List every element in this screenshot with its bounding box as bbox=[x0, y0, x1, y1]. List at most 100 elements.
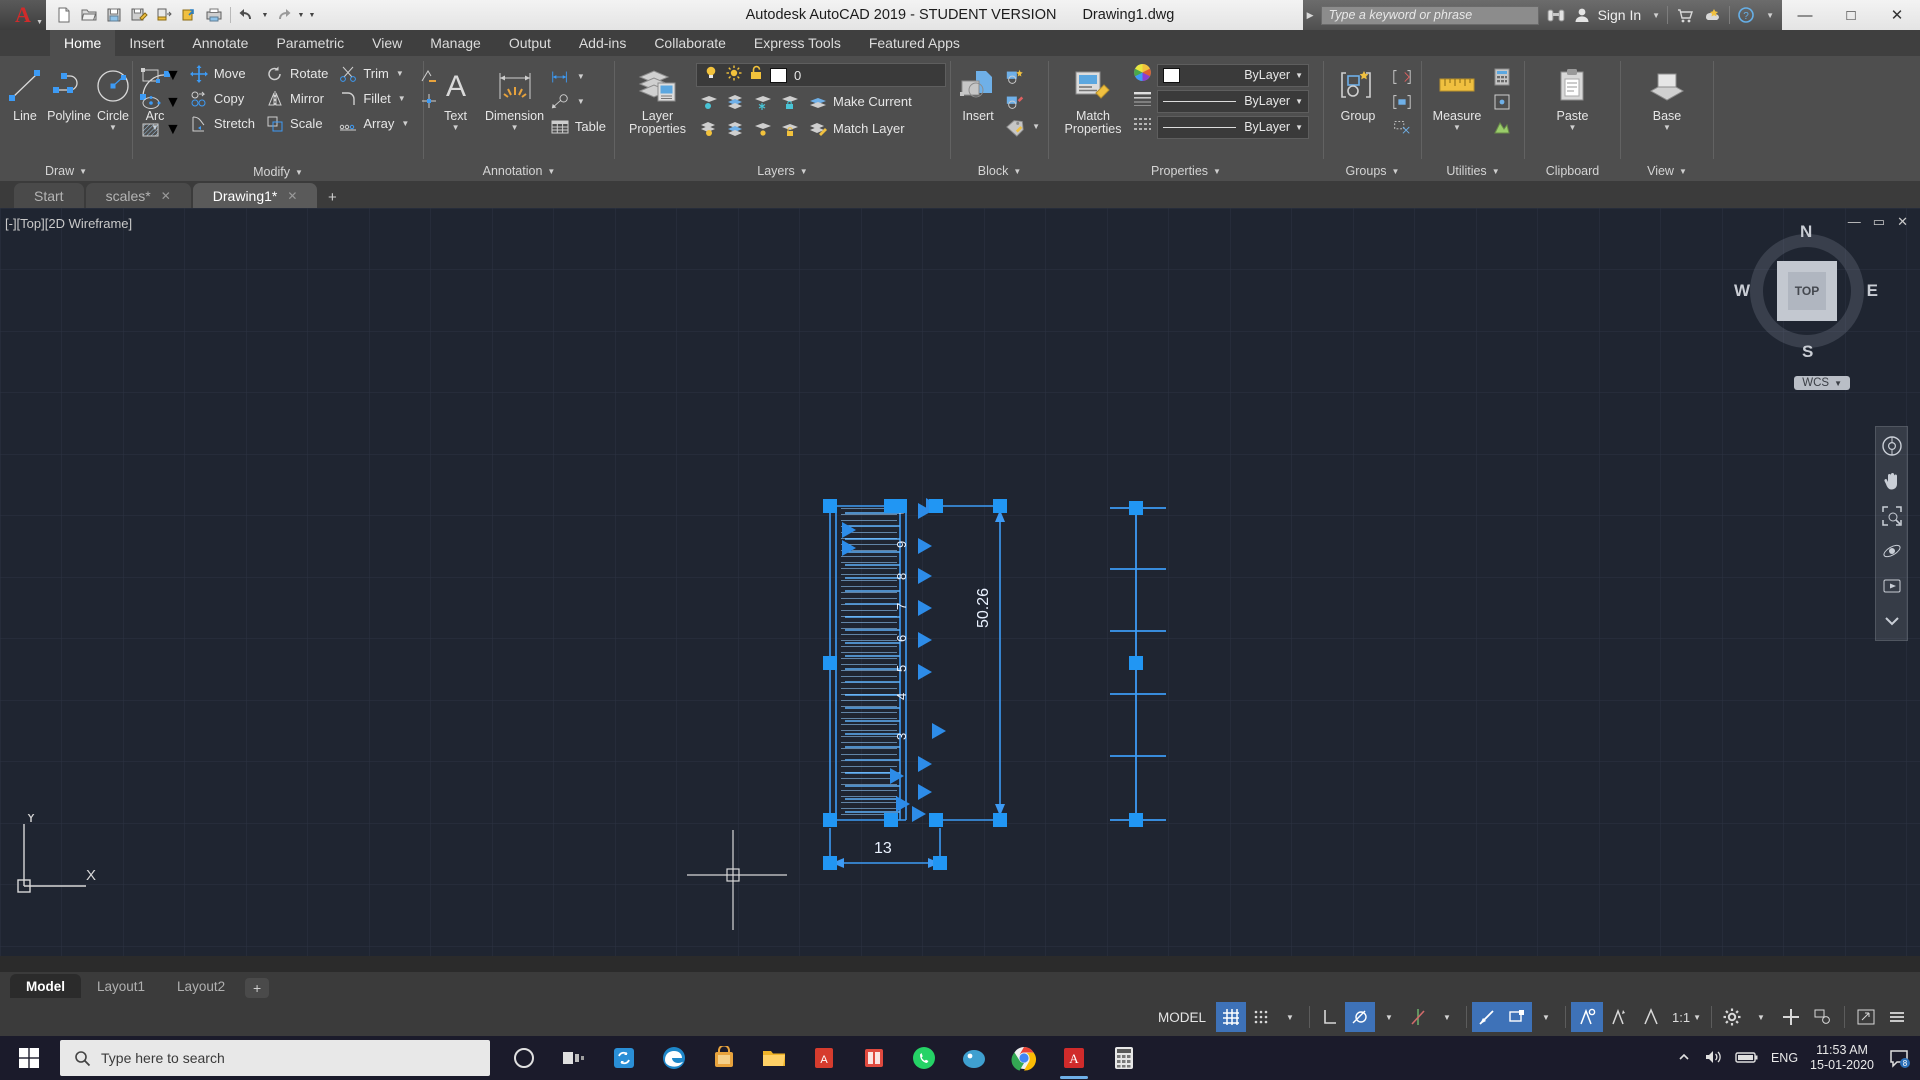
media-player-icon[interactable] bbox=[950, 1036, 998, 1080]
mirror-tool[interactable]: Mirror bbox=[261, 86, 332, 111]
ribbon-tab-annotate[interactable]: Annotate bbox=[178, 30, 262, 56]
measure-dropdown-icon[interactable]: ▼ bbox=[1453, 124, 1461, 132]
battery-icon[interactable] bbox=[1735, 1050, 1759, 1067]
paste-dropdown-icon[interactable]: ▼ bbox=[1569, 124, 1577, 132]
chevron-down-icon[interactable]: ▼ bbox=[165, 121, 181, 139]
customization-menu-button[interactable] bbox=[1882, 1002, 1912, 1032]
view-cube-top-face[interactable]: TOP bbox=[1777, 261, 1837, 321]
leader-flyout[interactable]: ▼ bbox=[546, 89, 610, 114]
modify-flyout-hatch[interactable]: ▼ bbox=[137, 117, 181, 143]
clock[interactable]: 11:53 AM 15-01-2020 bbox=[1810, 1043, 1874, 1073]
color-combo[interactable]: ByLayer ▼ bbox=[1157, 64, 1309, 87]
show-hidden-icons-button[interactable] bbox=[1677, 1050, 1691, 1067]
match-properties-tool[interactable]: MatchProperties bbox=[1053, 61, 1133, 136]
layer-selector[interactable]: 0 bbox=[696, 63, 946, 87]
lineweight-combo[interactable]: ByLayer ▼ bbox=[1157, 116, 1309, 139]
layer-turn-on-button[interactable] bbox=[696, 116, 722, 141]
measure-tool[interactable]: Measure ▼ bbox=[1426, 61, 1488, 132]
base-tool[interactable]: Base ▼ bbox=[1636, 61, 1698, 132]
hardware-acceleration-toggle[interactable] bbox=[1775, 1002, 1807, 1032]
undo-dropdown-icon[interactable]: ▼ bbox=[260, 12, 270, 19]
scale-tool[interactable]: Scale bbox=[261, 111, 332, 136]
panel-title-draw[interactable]: Draw ▼ bbox=[0, 161, 132, 181]
grid-display-toggle[interactable] bbox=[1216, 1002, 1246, 1032]
create-block-button[interactable] bbox=[1001, 64, 1044, 89]
new-file-tab-button[interactable]: + bbox=[319, 186, 345, 208]
notification-center-icon[interactable]: 8 bbox=[1886, 1036, 1912, 1080]
layer-lock-button[interactable] bbox=[777, 89, 803, 114]
chrome-icon[interactable] bbox=[1000, 1036, 1048, 1080]
chevron-right-icon[interactable]: ▶ bbox=[1307, 10, 1314, 21]
new-file-icon[interactable] bbox=[52, 3, 76, 27]
circle-dropdown-icon[interactable]: ▼ bbox=[109, 124, 117, 132]
view-cube[interactable]: N S E W TOP bbox=[1742, 226, 1872, 356]
modify-flyout-rectangle[interactable]: ▼ bbox=[137, 63, 181, 89]
file-tab-scales[interactable]: scales* ✕ bbox=[86, 183, 191, 208]
redo-icon[interactable] bbox=[271, 3, 295, 27]
model-space-button[interactable]: MODEL bbox=[1148, 1002, 1216, 1032]
object-snap-dropdown[interactable]: ▼ bbox=[1532, 1002, 1560, 1032]
file-tab-drawing1[interactable]: Drawing1* ✕ bbox=[193, 183, 318, 208]
color-wheel-icon[interactable] bbox=[1133, 63, 1152, 87]
layer-isolate-button[interactable] bbox=[696, 89, 722, 114]
qat-customize-icon[interactable]: ▼ bbox=[307, 12, 317, 19]
group-tool[interactable]: Group bbox=[1328, 61, 1388, 122]
ucs-selector[interactable]: WCS ▼ bbox=[1794, 376, 1850, 390]
match-layer-button[interactable]: Match Layer bbox=[804, 116, 909, 141]
block-attributes-button[interactable]: ▼ bbox=[1001, 114, 1044, 139]
whatsapp-icon[interactable] bbox=[900, 1036, 948, 1080]
snap-mode-toggle[interactable] bbox=[1246, 1002, 1276, 1032]
infer-constraints-toggle[interactable] bbox=[1315, 1002, 1345, 1032]
fillet-dropdown-icon[interactable]: ▼ bbox=[398, 94, 406, 103]
close-button[interactable]: ✕ bbox=[1874, 0, 1920, 30]
panel-title-groups[interactable]: Groups ▼ bbox=[1324, 161, 1421, 181]
sign-in-button[interactable]: Sign In bbox=[1598, 7, 1642, 23]
zoom-extents-icon[interactable] bbox=[1879, 503, 1905, 529]
array-dropdown-icon[interactable]: ▼ bbox=[401, 119, 409, 128]
layer-unlock-button[interactable] bbox=[777, 116, 803, 141]
layer-unlock-icon[interactable] bbox=[749, 65, 763, 86]
view-cube-west[interactable]: W bbox=[1734, 281, 1750, 301]
close-icon[interactable]: ✕ bbox=[161, 189, 171, 203]
app-manager-icon[interactable] bbox=[1702, 6, 1722, 24]
user-account-icon[interactable] bbox=[1573, 6, 1591, 24]
ungroup-button[interactable] bbox=[1388, 64, 1416, 89]
minimize-button[interactable]: — bbox=[1782, 0, 1828, 30]
point-style-button[interactable] bbox=[1488, 89, 1516, 114]
quick-calc-button[interactable] bbox=[1488, 64, 1516, 89]
ribbon-tab-home[interactable]: Home bbox=[50, 30, 115, 56]
calculator-icon[interactable] bbox=[1100, 1036, 1148, 1080]
ribbon-tab-addins[interactable]: Add-ins bbox=[565, 30, 640, 56]
panel-title-block[interactable]: Block ▼ bbox=[951, 161, 1048, 181]
layer-thaw-all-button[interactable] bbox=[750, 116, 776, 141]
pdf-reader-icon[interactable]: A bbox=[800, 1036, 848, 1080]
pan-hand-icon[interactable] bbox=[1879, 468, 1905, 494]
task-view-icon[interactable] bbox=[550, 1036, 598, 1080]
orbit-icon[interactable] bbox=[1879, 538, 1905, 564]
steering-wheel-icon[interactable] bbox=[1879, 433, 1905, 459]
ribbon-tab-featured-apps[interactable]: Featured Apps bbox=[855, 30, 974, 56]
maximize-button[interactable]: □ bbox=[1828, 0, 1874, 30]
polyline-tool[interactable]: Polyline bbox=[46, 61, 92, 122]
dimension-dropdown-icon[interactable]: ▼ bbox=[511, 124, 519, 132]
workspace-dropdown[interactable]: ▼ bbox=[1747, 1002, 1775, 1032]
ribbon-tab-collaborate[interactable]: Collaborate bbox=[640, 30, 740, 56]
taskbar-search-input[interactable]: Type here to search bbox=[60, 1040, 490, 1076]
ribbon-tab-parametric[interactable]: Parametric bbox=[262, 30, 358, 56]
books-icon[interactable] bbox=[850, 1036, 898, 1080]
line-tool[interactable]: Line bbox=[4, 61, 46, 122]
start-button[interactable] bbox=[0, 1036, 58, 1080]
stretch-tool[interactable]: Stretch bbox=[185, 111, 259, 136]
file-explorer-icon[interactable] bbox=[750, 1036, 798, 1080]
close-icon[interactable]: ✕ bbox=[287, 189, 297, 203]
plot-icon[interactable] bbox=[202, 3, 226, 27]
drawing-canvas[interactable]: [-][Top][2D Wireframe] — ▭ ✕ bbox=[0, 208, 1920, 956]
save-as-icon[interactable] bbox=[127, 3, 151, 27]
polar-tracking-toggle[interactable] bbox=[1472, 1002, 1502, 1032]
binoculars-icon[interactable] bbox=[1546, 6, 1566, 24]
navbar-menu-icon[interactable] bbox=[1879, 608, 1905, 634]
table-tool[interactable]: Table bbox=[546, 114, 610, 139]
export-pdf-icon[interactable] bbox=[152, 3, 176, 27]
array-tool[interactable]: Array ▼ bbox=[334, 111, 413, 136]
undo-icon[interactable] bbox=[235, 3, 259, 27]
